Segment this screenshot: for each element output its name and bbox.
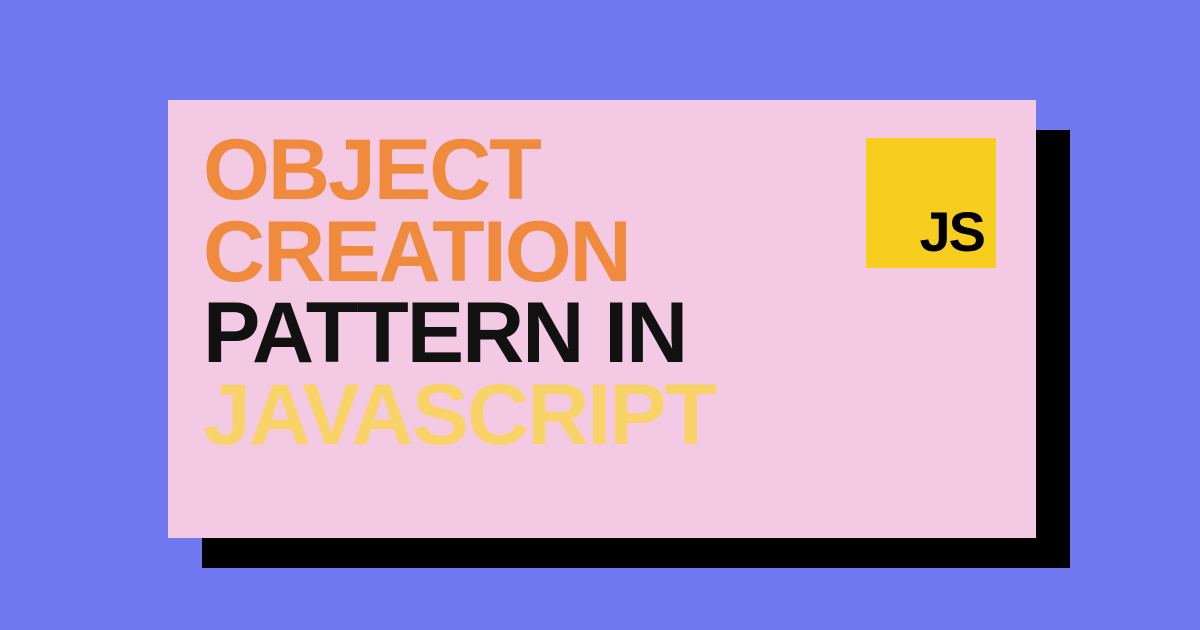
title-line-4: JAVASCRIPT [203,375,1001,457]
js-logo-badge: JS [866,138,996,268]
js-logo-text: JS [920,204,985,260]
title-card: OBJECT CREATION PATTERN IN JAVASCRIPT JS [168,100,1036,538]
title-line-3: PATTERN IN [203,293,1001,375]
